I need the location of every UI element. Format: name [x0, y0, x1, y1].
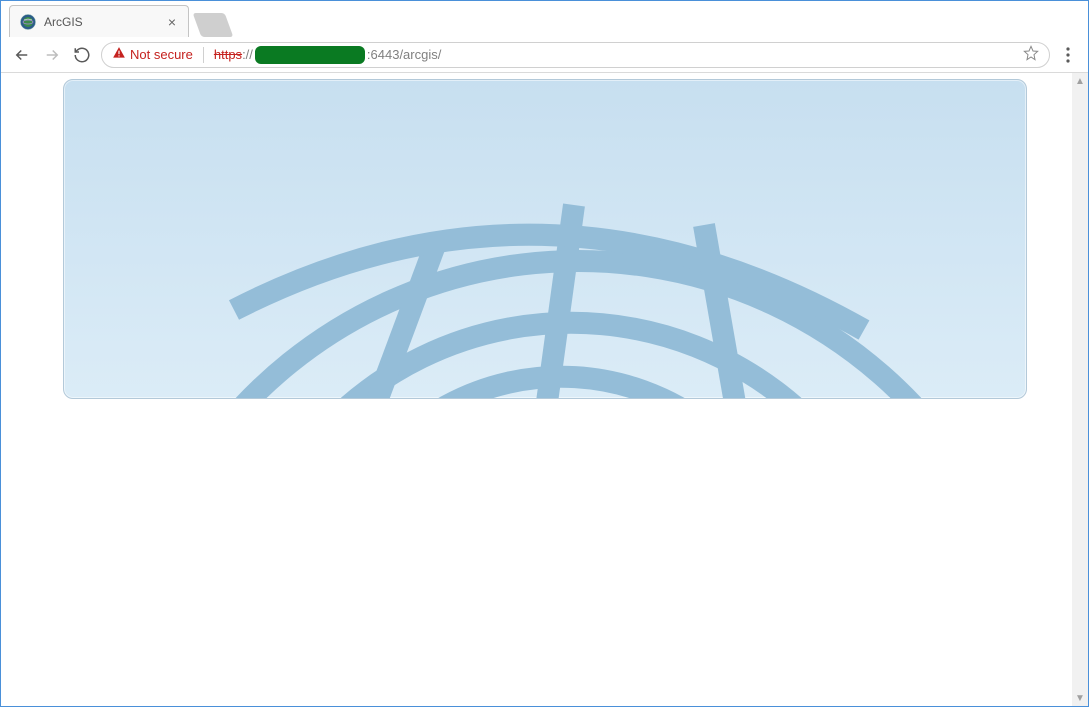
address-bar[interactable]: Not secure https :// :6443/arcgis/ [101, 42, 1050, 68]
tab-strip: ArcGIS × [1, 1, 1088, 37]
new-tab-button[interactable] [193, 13, 234, 37]
reload-button[interactable] [71, 44, 93, 66]
scroll-down-icon[interactable]: ▼ [1072, 690, 1088, 706]
forward-button[interactable] [41, 44, 63, 66]
bookmark-star-icon[interactable] [1023, 45, 1039, 64]
page-content: ▲ ▼ [1, 73, 1088, 706]
browser-toolbar: Not secure https :// :6443/arcgis/ [1, 37, 1088, 73]
arcgis-favicon-icon [20, 14, 36, 30]
url-divider [203, 47, 204, 63]
page-body [1, 73, 1088, 706]
url-suffix: :6443/arcgis/ [367, 47, 441, 62]
back-button[interactable] [11, 44, 33, 66]
url-text: https :// :6443/arcgis/ [214, 46, 441, 64]
warning-icon [112, 46, 126, 63]
scroll-up-icon[interactable]: ▲ [1072, 73, 1088, 89]
arcgis-banner [63, 79, 1027, 399]
vertical-scrollbar[interactable]: ▲ ▼ [1072, 73, 1088, 706]
tab-title: ArcGIS [44, 15, 166, 29]
security-text: Not secure [130, 47, 193, 62]
tab-close-icon[interactable]: × [166, 12, 178, 32]
security-indicator[interactable]: Not secure [112, 46, 193, 63]
url-slashes: :// [242, 47, 253, 62]
redacted-host [255, 46, 365, 64]
browser-menu-button[interactable] [1058, 45, 1078, 65]
browser-tab[interactable]: ArcGIS × [9, 5, 189, 37]
url-https: https [214, 47, 242, 62]
